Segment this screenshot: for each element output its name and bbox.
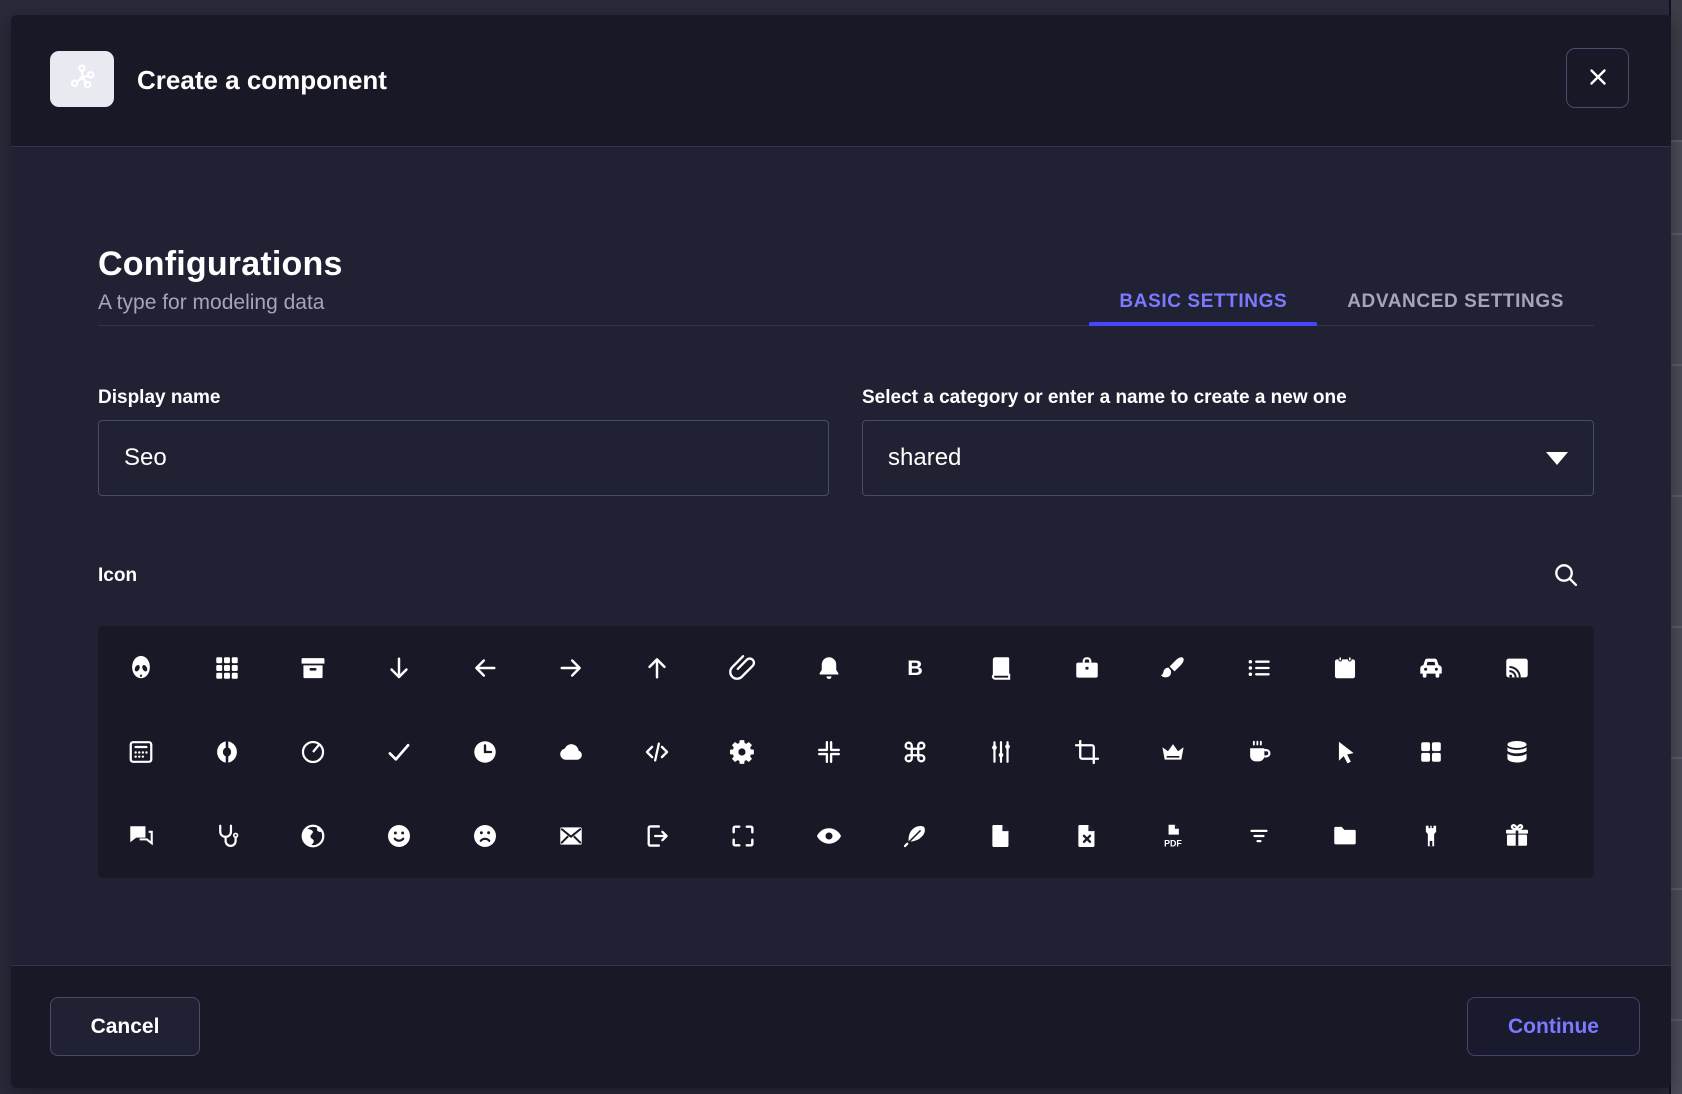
file-icon[interactable] (974, 809, 1028, 863)
display-name-field: Display name (98, 387, 829, 496)
cast-icon[interactable] (1490, 641, 1544, 695)
icon-picker-header: Icon (98, 560, 1594, 592)
component-icon-badge (50, 51, 114, 107)
filter-icon[interactable] (1232, 809, 1286, 863)
feather-icon[interactable] (888, 809, 942, 863)
brush-icon[interactable] (1146, 641, 1200, 695)
database-icon[interactable] (1490, 725, 1544, 779)
svg-text:B: B (907, 655, 923, 680)
briefcase-icon[interactable] (1060, 641, 1114, 695)
check-icon[interactable] (372, 725, 426, 779)
exit-icon[interactable] (630, 809, 684, 863)
emotion-happy-icon[interactable] (372, 809, 426, 863)
tab-basic-settings[interactable]: BASIC SETTINGS (1089, 278, 1317, 325)
apps-icon[interactable] (200, 641, 254, 695)
crown-icon[interactable] (1146, 725, 1200, 779)
file-error-icon[interactable] (1060, 809, 1114, 863)
arrow-left-icon[interactable] (458, 641, 512, 695)
gate-icon[interactable] (1404, 809, 1458, 863)
cog-icon[interactable] (716, 725, 770, 779)
section-title: Configurations (98, 245, 343, 284)
cloud-icon[interactable] (544, 725, 598, 779)
expand-icon[interactable] (716, 809, 770, 863)
bell-icon[interactable] (802, 641, 856, 695)
configurations-section-header: Configurations A type for modeling data … (98, 230, 1594, 326)
tab-advanced-settings[interactable]: ADVANCED SETTINGS (1317, 278, 1594, 325)
collapse-icon[interactable] (802, 725, 856, 779)
book-icon[interactable] (974, 641, 1028, 695)
cancel-button[interactable]: Cancel (50, 997, 200, 1056)
category-field: Select a category or enter a name to cre… (862, 387, 1594, 496)
chevron-down-icon (1546, 452, 1568, 465)
section-subtitle: A type for modeling data (98, 291, 343, 315)
folder-icon[interactable] (1318, 809, 1372, 863)
dashboard-icon[interactable] (1404, 725, 1458, 779)
file-pdf-icon[interactable]: PDF (1146, 809, 1200, 863)
bold-icon[interactable]: B (888, 641, 942, 695)
modal-title: Create a component (137, 15, 387, 146)
chart-bubble-icon[interactable] (114, 725, 168, 779)
icon-grid: B PDF (98, 626, 1594, 878)
settings-tabs: BASIC SETTINGS ADVANCED SETTINGS (1089, 278, 1594, 325)
cursor-icon[interactable] (1318, 725, 1372, 779)
category-select[interactable]: shared (862, 420, 1594, 496)
arrow-up-icon[interactable] (630, 641, 684, 695)
emotion-unhappy-icon[interactable] (458, 809, 512, 863)
crop-icon[interactable] (1060, 725, 1114, 779)
envelop-icon[interactable] (544, 809, 598, 863)
code-icon[interactable] (630, 725, 684, 779)
icon-section-label: Icon (98, 565, 137, 587)
earth-icon[interactable] (286, 809, 340, 863)
connector-icon[interactable] (974, 725, 1028, 779)
display-name-label: Display name (98, 387, 829, 409)
doctor-icon[interactable] (200, 809, 254, 863)
close-button[interactable] (1566, 48, 1629, 108)
category-label: Select a category or enter a name to cre… (862, 387, 1594, 409)
eye-icon[interactable] (802, 809, 856, 863)
arrow-right-icon[interactable] (544, 641, 598, 695)
modal-header: Create a component (11, 15, 1671, 147)
display-name-input[interactable] (98, 420, 829, 496)
command-icon[interactable] (888, 725, 942, 779)
create-component-modal: Create a component Configurations A type… (11, 15, 1671, 1088)
search-button[interactable] (1550, 560, 1582, 592)
bullet-list-icon[interactable] (1232, 641, 1286, 695)
chart-circle-icon[interactable] (200, 725, 254, 779)
component-icon (65, 60, 99, 99)
calendar-icon[interactable] (1318, 641, 1372, 695)
arrow-down-icon[interactable] (372, 641, 426, 695)
archive-icon[interactable] (286, 641, 340, 695)
modal-footer: Cancel Continue (11, 965, 1671, 1088)
car-icon[interactable] (1404, 641, 1458, 695)
category-select-value: shared (888, 444, 961, 472)
discuss-icon[interactable] (114, 809, 168, 863)
chart-pie-icon[interactable] (286, 725, 340, 779)
cup-icon[interactable] (1232, 725, 1286, 779)
continue-button[interactable]: Continue (1467, 997, 1640, 1056)
svg-text:PDF: PDF (1164, 839, 1182, 849)
alien-icon[interactable] (114, 641, 168, 695)
clock-icon[interactable] (458, 725, 512, 779)
close-icon (1585, 64, 1611, 93)
attachment-icon[interactable] (716, 641, 770, 695)
gift-icon[interactable] (1490, 809, 1544, 863)
search-icon (1552, 561, 1580, 592)
